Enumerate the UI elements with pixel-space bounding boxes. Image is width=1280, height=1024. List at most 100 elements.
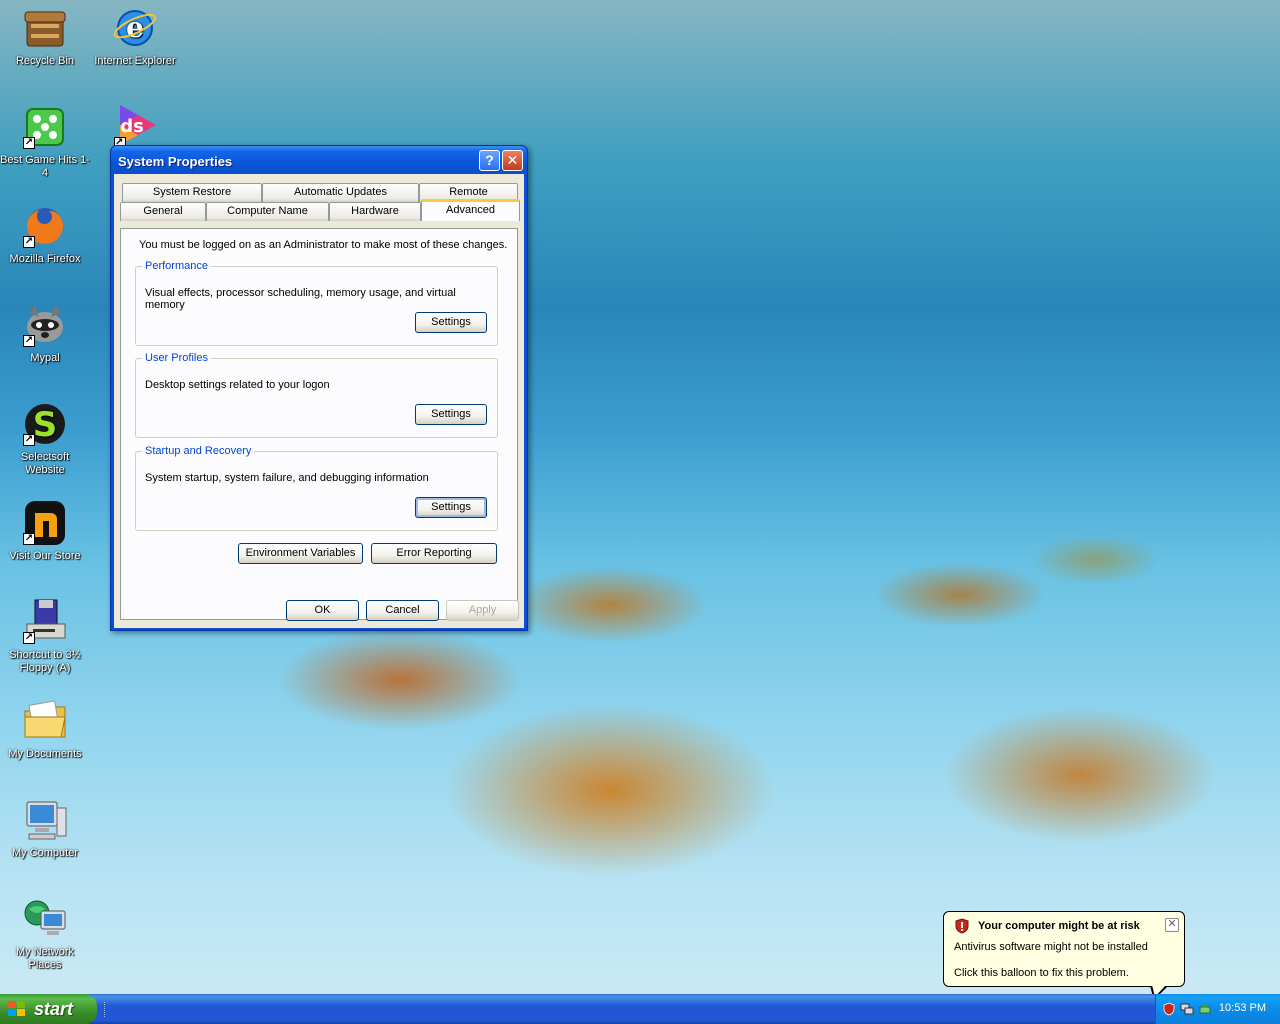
internet-explorer-icon: e [111, 4, 159, 52]
startup-recovery-settings-button[interactable]: Settings [415, 497, 487, 518]
taskbar: start 10:53 PM [0, 994, 1280, 1024]
desktop-icon-my-network-places[interactable]: My Network Places [0, 895, 90, 972]
folder-icon [21, 697, 69, 745]
group-legend: Startup and Recovery [142, 445, 255, 457]
svg-text:ds: ds [120, 116, 144, 137]
desktop-icon-label: Mozilla Firefox [9, 253, 81, 265]
desktop-icon-my-computer[interactable]: My Computer [0, 796, 90, 860]
balloon-instruction: Click this balloon to fix this problem. [954, 967, 1129, 979]
network-icon [21, 895, 69, 943]
desktop-icon-label: My Documents [8, 748, 82, 760]
firefox-icon: ↗ [21, 202, 69, 250]
safely-remove-hardware-icon[interactable] [1198, 1002, 1212, 1016]
desktop-icon-label: My Network Places [15, 946, 75, 971]
desktop-icon-label: Shortcut to 3½ Floppy (A) [9, 649, 81, 674]
desktop-icon-selectsoft-website[interactable]: S ↗ Selectsoft Website [0, 400, 90, 477]
desktop-icon-label: Best Game Hits 1-4 [0, 154, 90, 179]
ok-button[interactable]: OK [286, 600, 359, 621]
group-legend: User Profiles [142, 352, 211, 364]
cancel-button[interactable]: Cancel [366, 600, 439, 621]
desktop-icon-my-documents[interactable]: My Documents [0, 697, 90, 761]
performance-settings-button[interactable]: Settings [415, 312, 487, 333]
shortcut-arrow-icon: ↗ [23, 533, 35, 545]
user-profiles-group: User Profiles Desktop settings related t… [135, 352, 498, 438]
group-description: Desktop settings related to your logon [145, 379, 330, 391]
tab-label: System Restore [152, 186, 232, 198]
tab-computer-name[interactable]: Computer Name [206, 202, 329, 221]
user-profiles-settings-button[interactable]: Settings [415, 404, 487, 425]
close-icon: ✕ [506, 152, 519, 168]
balloon-close-button[interactable]: ✕ [1165, 918, 1179, 932]
desktop-icon-mozilla-firefox[interactable]: ↗ Mozilla Firefox [0, 202, 90, 266]
start-label: start [34, 999, 74, 1019]
advanced-tab-panel: You must be logged on as an Administrato… [120, 228, 518, 620]
floppy-drive-icon: ↗ [21, 598, 69, 646]
shortcut-arrow-icon: ↗ [23, 236, 35, 248]
shield-alert-icon [954, 918, 970, 934]
tab-automatic-updates[interactable]: Automatic Updates [262, 183, 419, 202]
system-properties-dialog: System Properties ? ✕ System Restore Aut… [110, 145, 528, 631]
balloon-message: Antivirus software might not be installe… [954, 941, 1148, 953]
clock[interactable]: 10:53 PM [1219, 1002, 1266, 1014]
apply-button[interactable]: Apply [446, 600, 519, 621]
tab-label: Remote [449, 186, 488, 198]
question-mark-icon: ? [485, 152, 494, 168]
windows-flag-icon [8, 1001, 26, 1017]
desktop-icon-mypal[interactable]: ↗ Mypal [0, 301, 90, 365]
tab-general[interactable]: General [120, 202, 206, 221]
close-icon: ✕ [1167, 918, 1177, 930]
group-legend: Performance [142, 260, 211, 272]
desktop-icon-label: Visit Our Store [9, 550, 81, 562]
desktop-icon-recycle-bin[interactable]: Recycle Bin [0, 4, 90, 68]
balloon-title: Your computer might be at risk [978, 920, 1140, 932]
dialog-title: System Properties [118, 154, 233, 169]
tab-advanced[interactable]: Advanced [421, 199, 520, 221]
tab-label: Advanced [446, 204, 495, 216]
shortcut-arrow-icon: ↗ [23, 632, 35, 644]
start-button[interactable]: start [0, 994, 97, 1024]
dialog-title-bar[interactable]: System Properties ? ✕ [111, 146, 527, 174]
desktop-icon-label: Recycle Bin [15, 55, 75, 67]
desktop-icon-best-game-hits[interactable]: ↗ Best Game Hits 1-4 [0, 103, 90, 180]
error-reporting-button[interactable]: Error Reporting [371, 543, 497, 564]
desktop-icon-visit-our-store[interactable]: ↗ Visit Our Store [0, 499, 90, 563]
startup-recovery-group: Startup and Recovery System startup, sys… [135, 445, 498, 531]
selectsoft-icon: S ↗ [21, 400, 69, 448]
network-connection-icon[interactable] [1180, 1002, 1194, 1016]
desktop-icon-floppy-shortcut[interactable]: ↗ Shortcut to 3½ Floppy (A) [0, 598, 90, 675]
security-center-shield-icon[interactable] [1162, 1002, 1176, 1016]
mypal-raccoon-icon: ↗ [21, 301, 69, 349]
svg-text:S: S [33, 405, 58, 445]
close-button[interactable]: ✕ [502, 150, 523, 171]
desktop-icon-label: Mypal [30, 352, 60, 364]
desktop-icon-label: Selectsoft Website [20, 451, 70, 476]
quick-launch-grip[interactable] [104, 1002, 107, 1017]
system-tray: 10:53 PM [1155, 994, 1280, 1024]
recycle-bin-icon [21, 4, 69, 52]
tab-label: Automatic Updates [294, 186, 387, 198]
group-description: Visual effects, processor scheduling, me… [145, 287, 456, 311]
desktop-icon-label: Internet Explorer [94, 55, 176, 67]
group-description: System startup, system failure, and debu… [145, 472, 429, 484]
computer-icon [21, 796, 69, 844]
environment-variables-button[interactable]: Environment Variables [238, 543, 363, 564]
help-button[interactable]: ? [479, 150, 500, 171]
tab-system-restore[interactable]: System Restore [122, 183, 262, 202]
tab-label: Computer Name [227, 205, 308, 217]
desktop-icon-internet-explorer[interactable]: e Internet Explorer [90, 4, 180, 68]
game-dice-icon: ↗ [21, 103, 69, 151]
administrator-notice: You must be logged on as an Administrato… [139, 239, 508, 251]
store-n-icon: ↗ [21, 499, 69, 547]
ds-app-icon-graphic: ds ↗ [112, 101, 160, 149]
dialog-client-area: System Restore Automatic Updates Remote … [114, 174, 524, 628]
security-alert-balloon[interactable]: Your computer might be at risk Antivirus… [943, 911, 1185, 987]
desktop-icon-ds-app[interactable]: Do [92, 103, 114, 154]
tab-label: General [143, 205, 183, 217]
tab-label: Hardware [351, 205, 399, 217]
tab-hardware[interactable]: Hardware [329, 202, 421, 221]
shortcut-arrow-icon: ↗ [23, 434, 35, 446]
shortcut-arrow-icon: ↗ [23, 137, 35, 149]
desktop-icon-label: My Computer [11, 847, 79, 859]
performance-group: Performance Visual effects, processor sc… [135, 260, 498, 346]
shortcut-arrow-icon: ↗ [23, 335, 35, 347]
